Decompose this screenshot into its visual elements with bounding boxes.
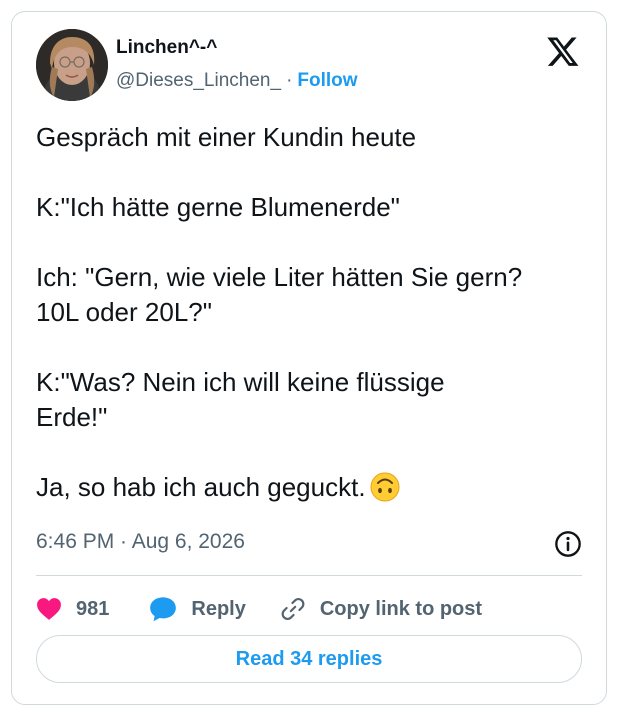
tweet-timestamp[interactable]: 6:46 PM · Aug 6, 2026 [36, 530, 245, 554]
heart-icon [37, 598, 61, 620]
tweet-line: K:"Was? Nein ich will keine flüssige [36, 367, 445, 397]
reply-button[interactable]: Reply [149, 596, 246, 622]
x-logo-icon[interactable] [546, 34, 580, 68]
divider [36, 575, 582, 576]
tweet-text: Gespräch mit einer Kundin heute K:"Ich h… [36, 120, 596, 505]
tweet-line: 10L oder 20L?" [36, 297, 212, 327]
tweet-line: Gespräch mit einer Kundin heute [36, 122, 417, 152]
author-handle-row: @Dieses_Linchen_ · Follow [116, 70, 358, 92]
tweet-last-line: Ja, so hab ich auch geguckt. [36, 470, 596, 505]
separator-dot: · [286, 70, 293, 91]
like-count: 981 [76, 597, 110, 620]
author-display-name[interactable]: Linchen^-^ [116, 37, 217, 59]
copy-link-label: Copy link to post [319, 597, 483, 620]
follow-link[interactable]: Follow [297, 70, 357, 91]
read-replies-button[interactable]: Read 34 replies [36, 635, 582, 683]
action-bar: 981 Reply Copy link to post [36, 590, 482, 628]
link-icon [281, 598, 305, 620]
like-button[interactable]: 981 [36, 597, 109, 621]
upside-down-face-emoji [370, 472, 400, 502]
reply-bubble-icon [150, 597, 177, 622]
avatar[interactable] [36, 29, 108, 101]
tweet-line: Ich: "Gern, wie viele Liter hätten Sie g… [36, 262, 523, 292]
avatar-image [36, 29, 108, 101]
tweet-card: Linchen^-^ @Dieses_Linchen_ · Follow Gespr… [11, 11, 607, 705]
tweet-line: Ja, so hab ich auch geguckt. [36, 472, 366, 502]
tweet-line: K:"Ich hätte gerne Blumenerde" [36, 192, 400, 222]
copy-link-button[interactable]: Copy link to post [280, 596, 482, 622]
tweet-line: Erde!" [36, 402, 108, 432]
reply-label: Reply [191, 597, 246, 620]
author-handle[interactable]: @Dieses_Linchen_ [116, 70, 281, 91]
info-icon[interactable] [554, 530, 582, 558]
